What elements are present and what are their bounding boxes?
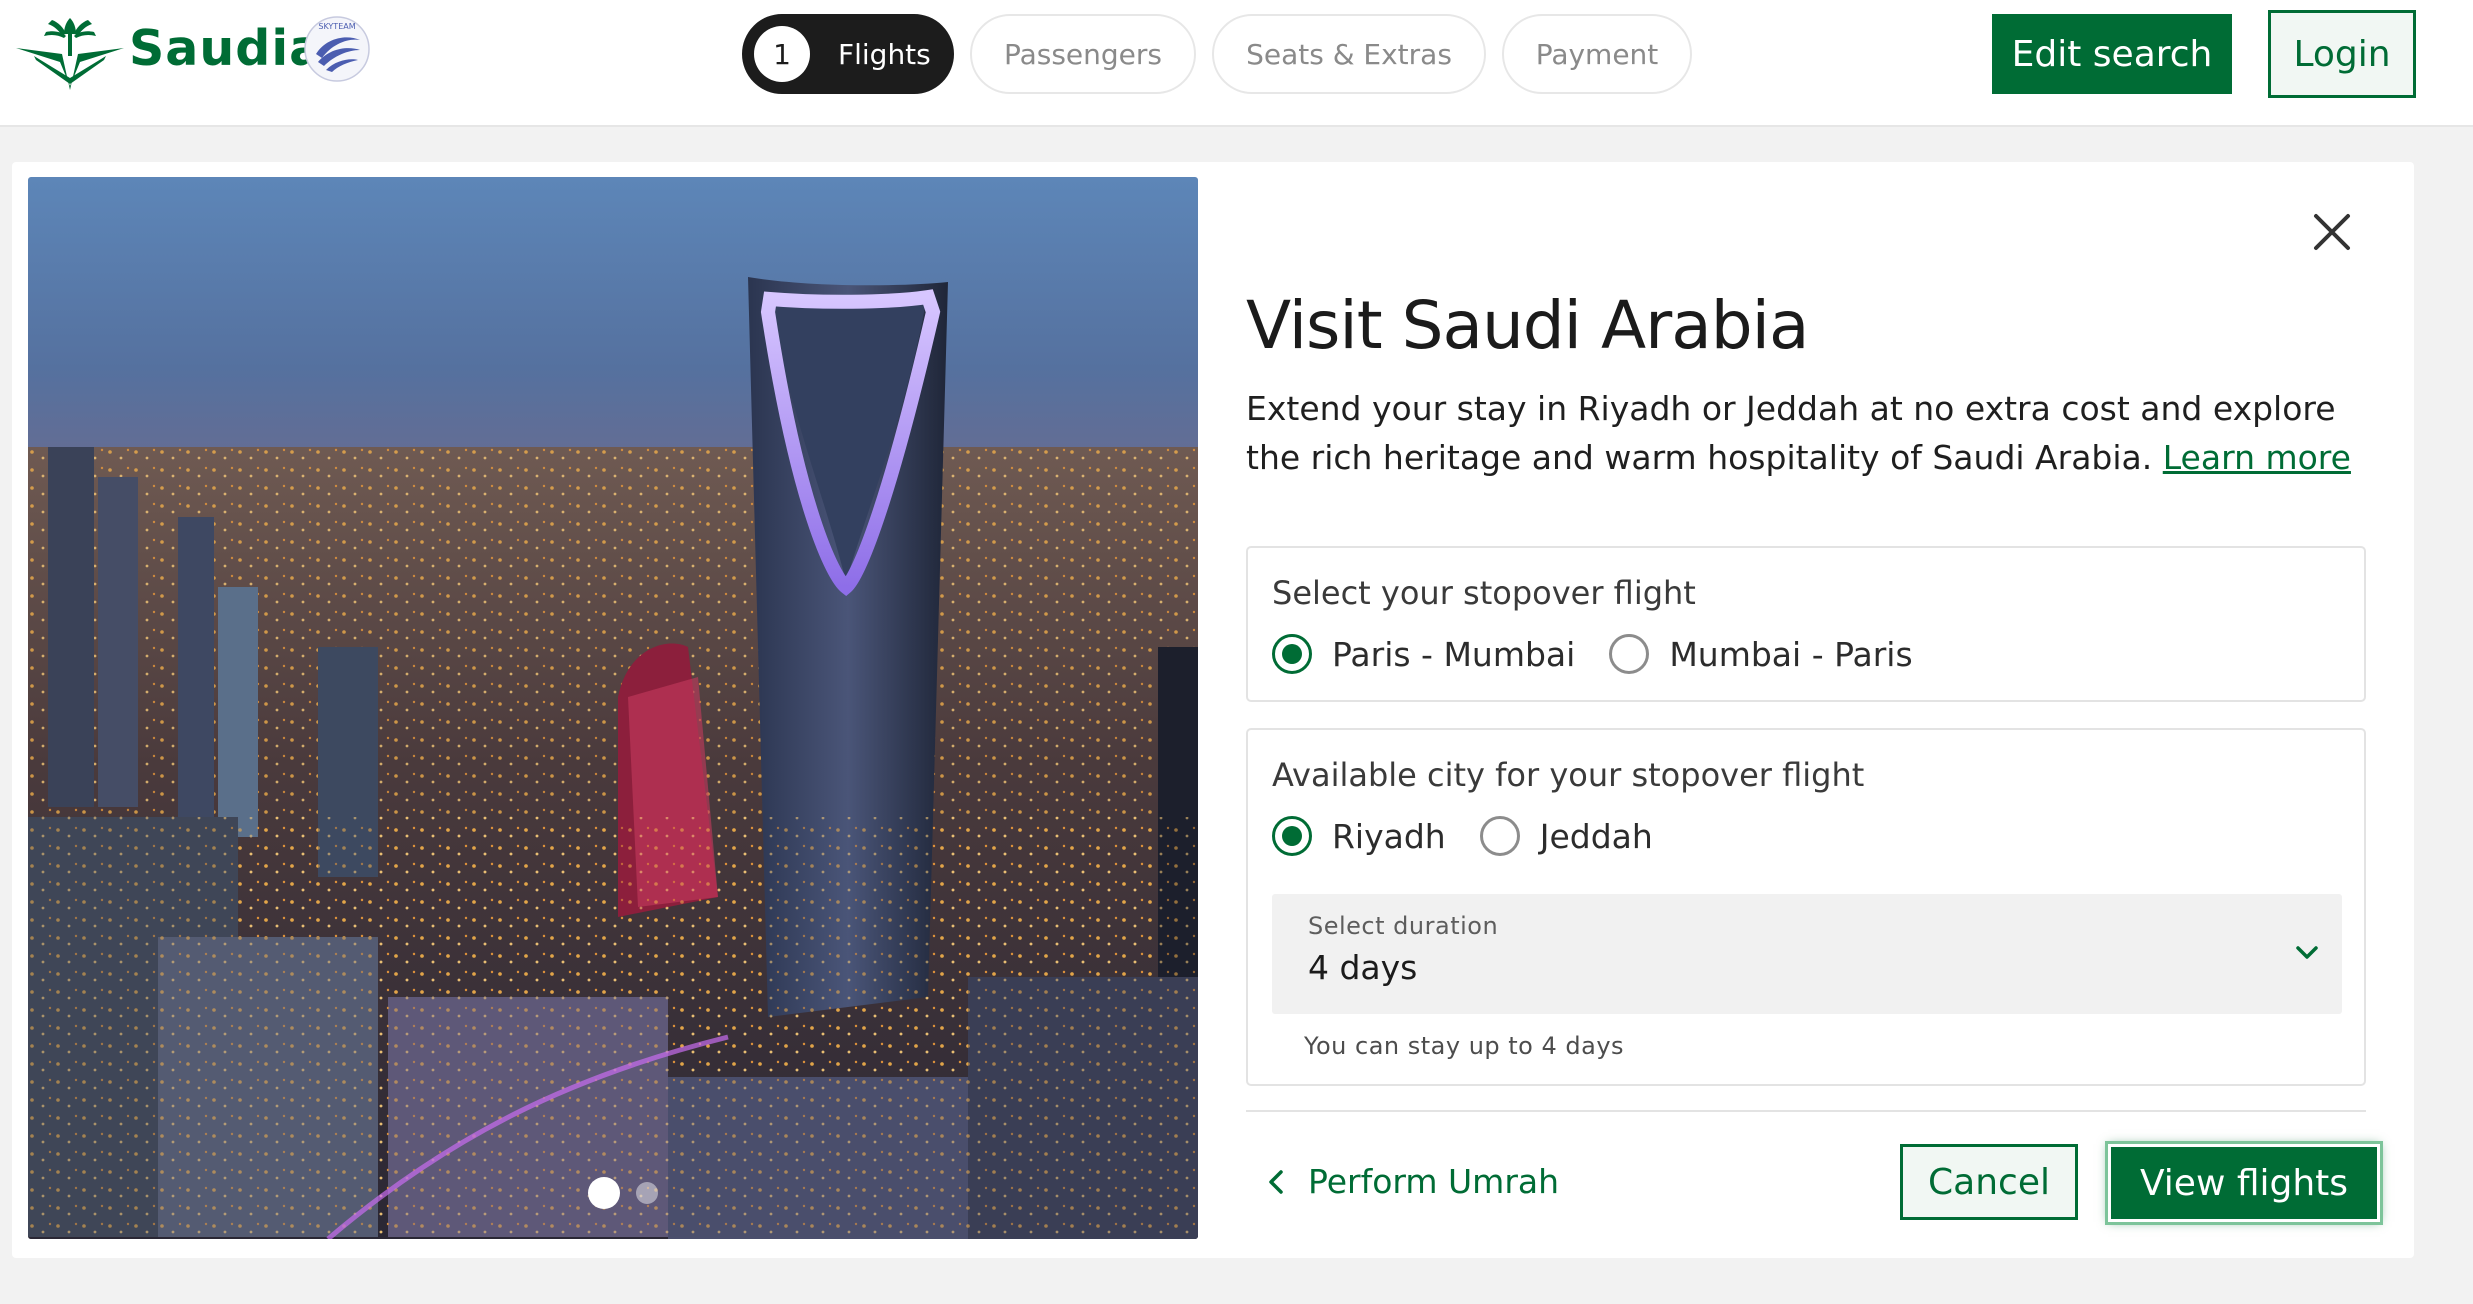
stopover-city-options: Riyadh Jeddah bbox=[1272, 816, 1687, 856]
skyteam-logo-icon: SKYTEAM bbox=[304, 16, 370, 82]
cancel-button[interactable]: Cancel bbox=[1900, 1144, 2078, 1220]
top-header: Saudia SKYTEAM 1 Flights Passengers Seat… bbox=[0, 0, 2473, 127]
step-label: Payment bbox=[1535, 37, 1659, 71]
radio-label[interactable]: Paris - Mumbai bbox=[1332, 635, 1575, 674]
stopover-modal: Visit Saudi Arabia Extend your stay in R… bbox=[12, 162, 2414, 1258]
step-flights[interactable]: 1 Flights bbox=[742, 14, 954, 94]
radio-jeddah[interactable] bbox=[1479, 816, 1520, 856]
radio-mumbai-paris[interactable] bbox=[1609, 634, 1650, 674]
step-seats-extras[interactable]: Seats & Extras bbox=[1212, 14, 1486, 94]
login-button[interactable]: Login bbox=[2268, 10, 2416, 98]
duration-select-label: Select duration bbox=[1308, 912, 1499, 940]
edit-search-button[interactable]: Edit search bbox=[1992, 14, 2232, 94]
skyteam-text: SKYTEAM bbox=[318, 22, 355, 31]
modal-title: Visit Saudi Arabia bbox=[1246, 287, 1809, 364]
carousel-dot-active[interactable] bbox=[588, 1177, 620, 1209]
view-flights-button[interactable]: View flights bbox=[2105, 1141, 2383, 1225]
radio-paris-mumbai[interactable] bbox=[1272, 634, 1312, 674]
perform-umrah-label[interactable]: Perform Umrah bbox=[1308, 1162, 1559, 1201]
radio-riyadh[interactable] bbox=[1272, 816, 1312, 856]
stopover-flight-card: Select your stopover flight Paris - Mumb… bbox=[1246, 546, 2366, 702]
brand-name: Saudia bbox=[129, 20, 324, 77]
duration-select[interactable]: Select duration 4 days bbox=[1272, 894, 2342, 1014]
saudia-logo-icon[interactable] bbox=[14, 12, 126, 94]
chevron-left-icon bbox=[1269, 1169, 1283, 1194]
step-label: Flights bbox=[838, 37, 931, 71]
stopover-flight-options: Paris - Mumbai Mumbai - Paris bbox=[1272, 634, 1947, 674]
riyadh-skyline-image bbox=[28, 177, 1198, 1239]
radio-label[interactable]: Jeddah bbox=[1540, 817, 1653, 856]
learn-more-link[interactable]: Learn more bbox=[2163, 438, 2351, 477]
duration-hint: You can stay up to 4 days bbox=[1304, 1032, 1625, 1060]
step-passengers[interactable]: Passengers bbox=[970, 14, 1196, 94]
step-label: Seats & Extras bbox=[1246, 37, 1452, 71]
hero-image bbox=[28, 177, 1198, 1239]
step-number: 1 bbox=[754, 26, 810, 82]
stopover-flight-title: Select your stopover flight bbox=[1272, 574, 1696, 612]
carousel-dot[interactable] bbox=[636, 1182, 658, 1204]
step-payment[interactable]: Payment bbox=[1502, 14, 1692, 94]
stopover-city-card: Available city for your stopover flight … bbox=[1246, 728, 2366, 1086]
footer-divider bbox=[1246, 1110, 2366, 1112]
stopover-city-title: Available city for your stopover flight bbox=[1272, 756, 1865, 794]
close-icon[interactable] bbox=[2302, 202, 2362, 262]
duration-select-value: 4 days bbox=[1308, 948, 1418, 987]
radio-label[interactable]: Riyadh bbox=[1332, 817, 1446, 856]
step-label: Passengers bbox=[1003, 37, 1163, 71]
chevron-down-icon bbox=[2296, 946, 2318, 959]
perform-umrah-link[interactable]: Perform Umrah bbox=[1266, 1162, 1559, 1201]
modal-description: Extend your stay in Riyadh or Jeddah at … bbox=[1246, 384, 2376, 482]
radio-label[interactable]: Mumbai - Paris bbox=[1669, 635, 1912, 674]
